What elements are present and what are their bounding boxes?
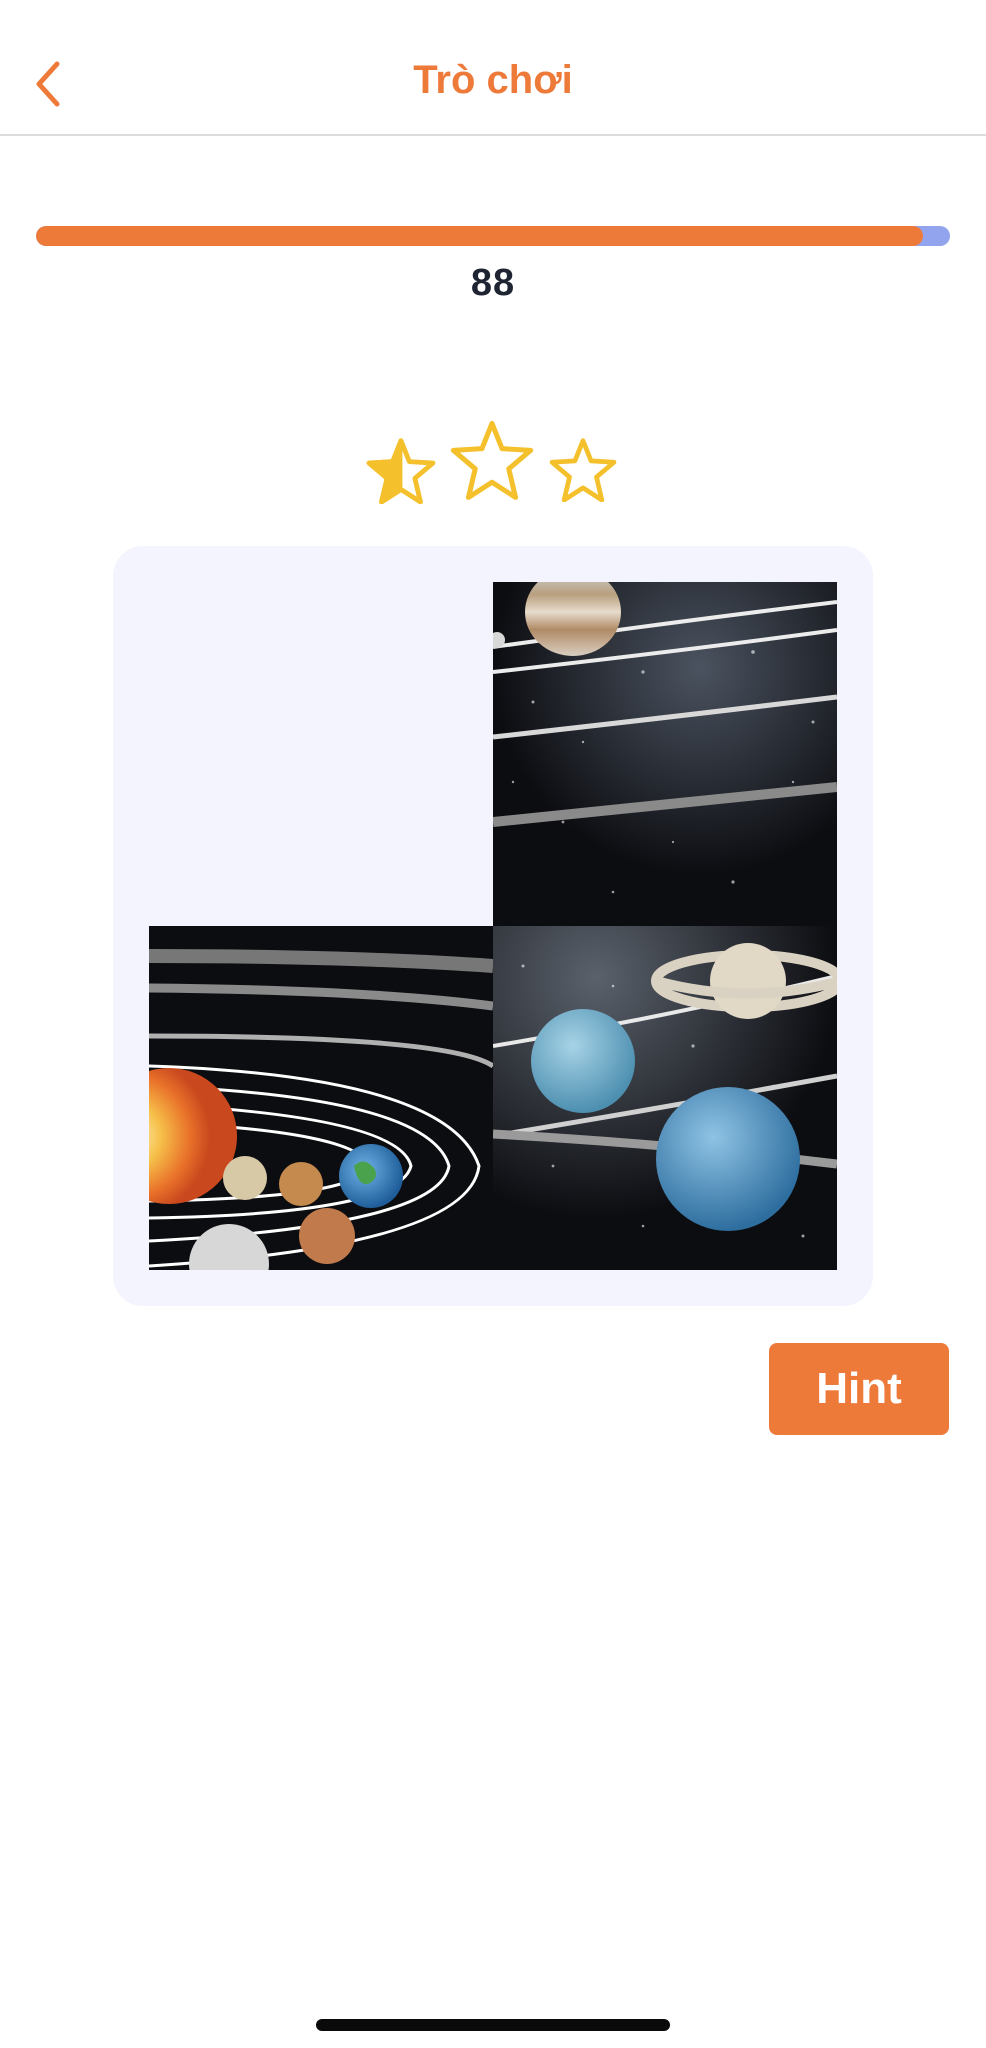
star-rating <box>0 420 986 510</box>
progress-bar <box>36 226 950 246</box>
app-header: Trò chơi <box>0 0 986 136</box>
home-indicator <box>316 2019 670 2031</box>
progress-bar-fill <box>36 226 923 246</box>
page-title: Trò chơi <box>413 58 573 102</box>
star-icon-half <box>366 438 436 504</box>
puzzle-tile-jupiter[interactable] <box>493 582 837 926</box>
space-tile-image <box>493 582 837 926</box>
puzzle-empty-slot[interactable] <box>149 582 493 926</box>
space-tile-image <box>493 926 837 1270</box>
space-tile-image <box>149 926 493 1270</box>
puzzle-tile-saturn[interactable] <box>493 926 837 1270</box>
star-icon-empty <box>549 438 617 502</box>
puzzle-board <box>113 546 873 1306</box>
hint-button[interactable]: Hint <box>769 1343 949 1435</box>
progress-value: 88 <box>470 262 516 304</box>
puzzle-tile-sun[interactable] <box>149 926 493 1270</box>
star-icon-empty <box>450 420 534 500</box>
